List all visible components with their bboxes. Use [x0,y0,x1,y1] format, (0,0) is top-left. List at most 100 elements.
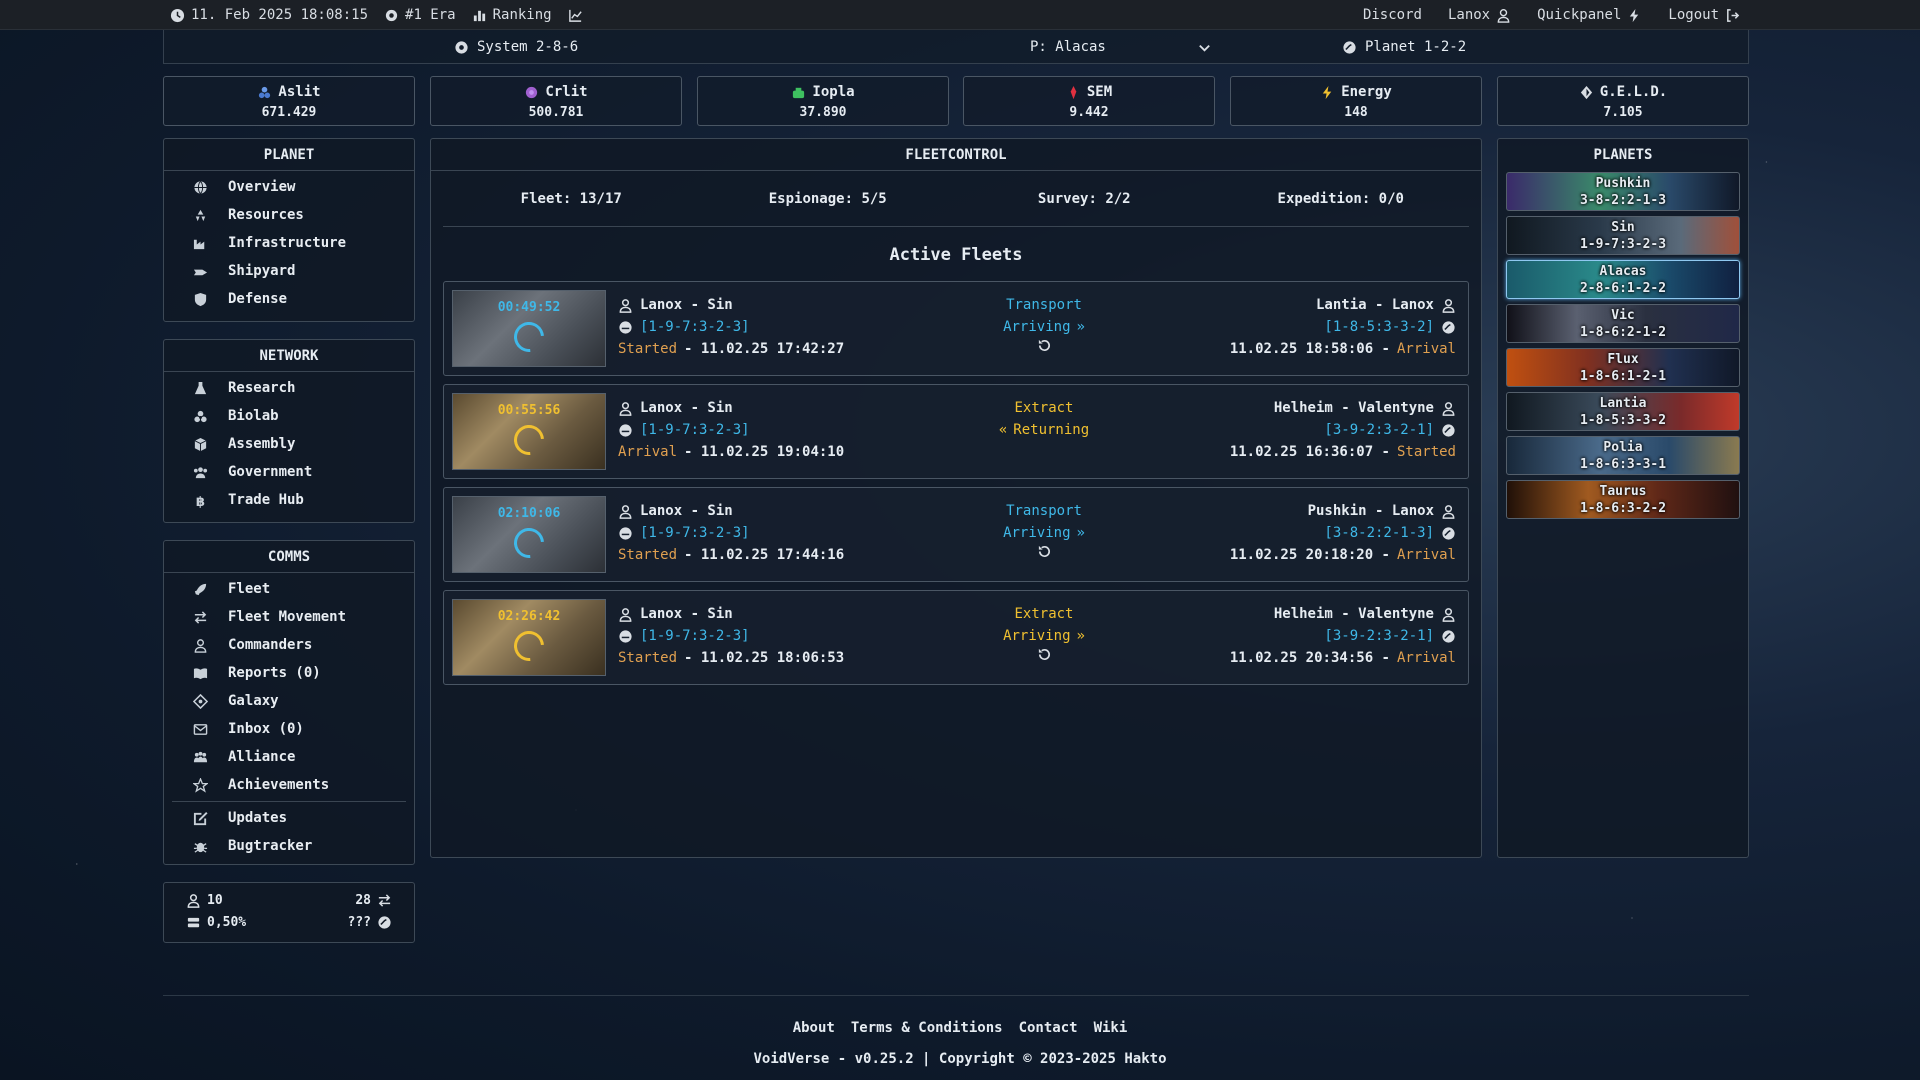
user-icon [192,638,208,653]
planet-card-sin[interactable]: Sin 1-9-7:3-2-3 [1506,216,1740,255]
user-menu[interactable]: Lanox [1448,7,1511,23]
target-coord-link[interactable]: [1-8-5:3-3-2] [1324,316,1434,338]
recall-icon[interactable] [1037,544,1052,559]
globe-icon [1342,40,1357,55]
origin-name: Lanox - Sin [640,606,733,622]
nav-government[interactable]: Government [164,458,414,486]
target-label: Started [1396,444,1456,460]
target-label: Arrival [1396,650,1456,666]
mission-status: Arriving [1003,628,1071,644]
fleet-thumbnail: 02:10:06 [452,496,606,573]
nav-updates[interactable]: Updates [164,804,414,832]
resource-value: 37.890 [799,105,847,120]
comms-nav-panel: COMMS Fleet Fleet Movement Commanders Re… [163,540,415,865]
envelope-icon [192,722,208,737]
origin-coord-link[interactable]: [1-9-7:3-2-3] [640,316,750,338]
nav-achievements[interactable]: Achievements [164,771,414,799]
nav-overview[interactable]: Overview [164,173,414,201]
nav-infrastructure[interactable]: Infrastructure [164,229,414,257]
planet-name: Alacas [1599,264,1647,279]
target-coord-link[interactable]: [3-9-2:3-2-1] [1324,419,1434,441]
nav-reports[interactable]: Reports (0) [164,659,414,687]
nav-defense[interactable]: Defense [164,285,414,313]
resources-icon [192,208,208,223]
footer-terms-link[interactable]: Terms & Conditions [851,1020,1003,1036]
gear-icon [384,8,399,23]
nav-research[interactable]: Research [164,374,414,402]
planet-select[interactable]: P: Alacas [864,34,1224,60]
nav-bugtracker[interactable]: Bugtracker [164,832,414,860]
fleet-stats: Fleet: 13/17 Espionage: 5/5 Survey: 2/2 … [443,171,1469,227]
nav-resources[interactable]: Resources [164,201,414,229]
bug-icon [192,839,208,854]
nav-alliance[interactable]: Alliance [164,743,414,771]
planet-coord: 1-8-5:3-3-2 [1579,413,1667,428]
fleet-origin: Lanox - Sin [1-9-7:3-2-3] Arrival - 11.02… [618,397,844,463]
origin-label: Started [618,650,678,666]
logout-button[interactable]: Logout [1668,7,1740,23]
fleet-row[interactable]: 00:55:56 Lanox - Sin [1-9-7:3-2-3] Arriv… [443,384,1469,479]
resource-name: SEM [1086,84,1113,100]
footer-contact-link[interactable]: Contact [1019,1020,1078,1036]
active-fleets-title: Active Fleets [889,245,1023,265]
planet-coord: 2-8-6:1-2-2 [1579,281,1667,296]
target-coord-link[interactable]: [3-9-2:3-2-1] [1324,625,1434,647]
footer-about-link[interactable]: About [793,1020,835,1036]
planet-card-taurus[interactable]: Taurus 1-8-6:3-2-2 [1506,480,1740,519]
origin-coord-link[interactable]: [1-9-7:3-2-3] [640,522,750,544]
nav-fleet[interactable]: Fleet [164,575,414,603]
resource-geld[interactable]: G.E.L.D. 7.105 [1497,76,1749,126]
planet-card-lantia[interactable]: Lantia 1-8-5:3-3-2 [1506,392,1740,431]
fleet-row[interactable]: 00:49:52 Lanox - Sin [1-9-7:3-2-3] Start… [443,281,1469,376]
fleet-target: Lantia - Lanox [1-8-5:3-3-2] 11.02.25 18… [1230,294,1456,360]
fleet-slots: Fleet: 13/17 [520,190,622,207]
planet-card-pushkin[interactable]: Pushkin 3-8-2:2-1-3 [1506,172,1740,211]
globe-icon [192,180,208,195]
origin-coord-link[interactable]: [1-9-7:3-2-3] [640,625,750,647]
target-coord-link[interactable]: [3-8-2:2-1-3] [1324,522,1434,544]
fleet-row[interactable]: 02:10:06 Lanox - Sin [1-9-7:3-2-3] Start… [443,487,1469,582]
quickpanel-button[interactable]: Quickpanel [1537,7,1642,23]
origin-label: Started [618,547,678,563]
nav-trade-hub[interactable]: ฿ Trade Hub [164,486,414,514]
resource-sem[interactable]: SEM 9.442 [963,76,1215,126]
planet-card-alacas[interactable]: Alacas 2-8-6:1-2-2 [1506,260,1740,299]
discord-link[interactable]: Discord [1363,7,1422,23]
footer-wiki-link[interactable]: Wiki [1094,1020,1128,1036]
stats-link[interactable] [568,8,583,23]
recall-icon[interactable] [1037,338,1052,353]
nav-assembly[interactable]: Assembly [164,430,414,458]
resource-name: Iopla [812,84,855,100]
planet-card-polia[interactable]: Polia 1-8-6:3-3-1 [1506,436,1740,475]
mission-type: Extract [1014,606,1074,622]
globe-icon [1441,526,1456,541]
nav-commanders[interactable]: Commanders [164,631,414,659]
origin-name: Lanox - Sin [640,503,733,519]
fleet-mission: Extract « Returning [964,397,1124,441]
shield-icon [192,292,208,307]
planet-name: Sin [1611,220,1635,235]
nav-biolab[interactable]: Biolab [164,402,414,430]
resource-aslit[interactable]: Aslit 671.429 [163,76,415,126]
origin-coord-link[interactable]: [1-9-7:3-2-3] [640,419,750,441]
resource-iopla[interactable]: Iopla 37.890 [697,76,949,126]
nav-label: Alliance [228,749,296,765]
nav-label: Fleet [228,581,271,597]
era-link[interactable]: #1 Era [384,7,456,23]
planet-link[interactable]: Planet 1-2-2 [1342,39,1466,55]
copyright-text: VoidVerse - v0.25.2 | Copyright © 2023-2… [753,1051,1167,1067]
planet-card-vic[interactable]: Vic 1-8-6:2-1-2 [1506,304,1740,343]
origin-time: - 11.02.25 17:42:27 [684,341,845,357]
nav-inbox[interactable]: Inbox (0) [164,715,414,743]
system-link[interactable]: System 2-8-6 [454,39,578,55]
resource-energy[interactable]: Energy 148 [1230,76,1482,126]
nav-galaxy[interactable]: Galaxy [164,687,414,715]
ranking-link[interactable]: Ranking [472,7,552,23]
nav-fleet-movement[interactable]: Fleet Movement [164,603,414,631]
resource-crlit[interactable]: Crlit 500.781 [430,76,682,126]
target-time: 11.02.25 20:34:56 - [1229,650,1390,666]
recall-icon[interactable] [1037,647,1052,662]
planet-card-flux[interactable]: Flux 1-8-6:1-2-1 [1506,348,1740,387]
fleet-row[interactable]: 02:26:42 Lanox - Sin [1-9-7:3-2-3] Start… [443,590,1469,685]
nav-shipyard[interactable]: Shipyard [164,257,414,285]
